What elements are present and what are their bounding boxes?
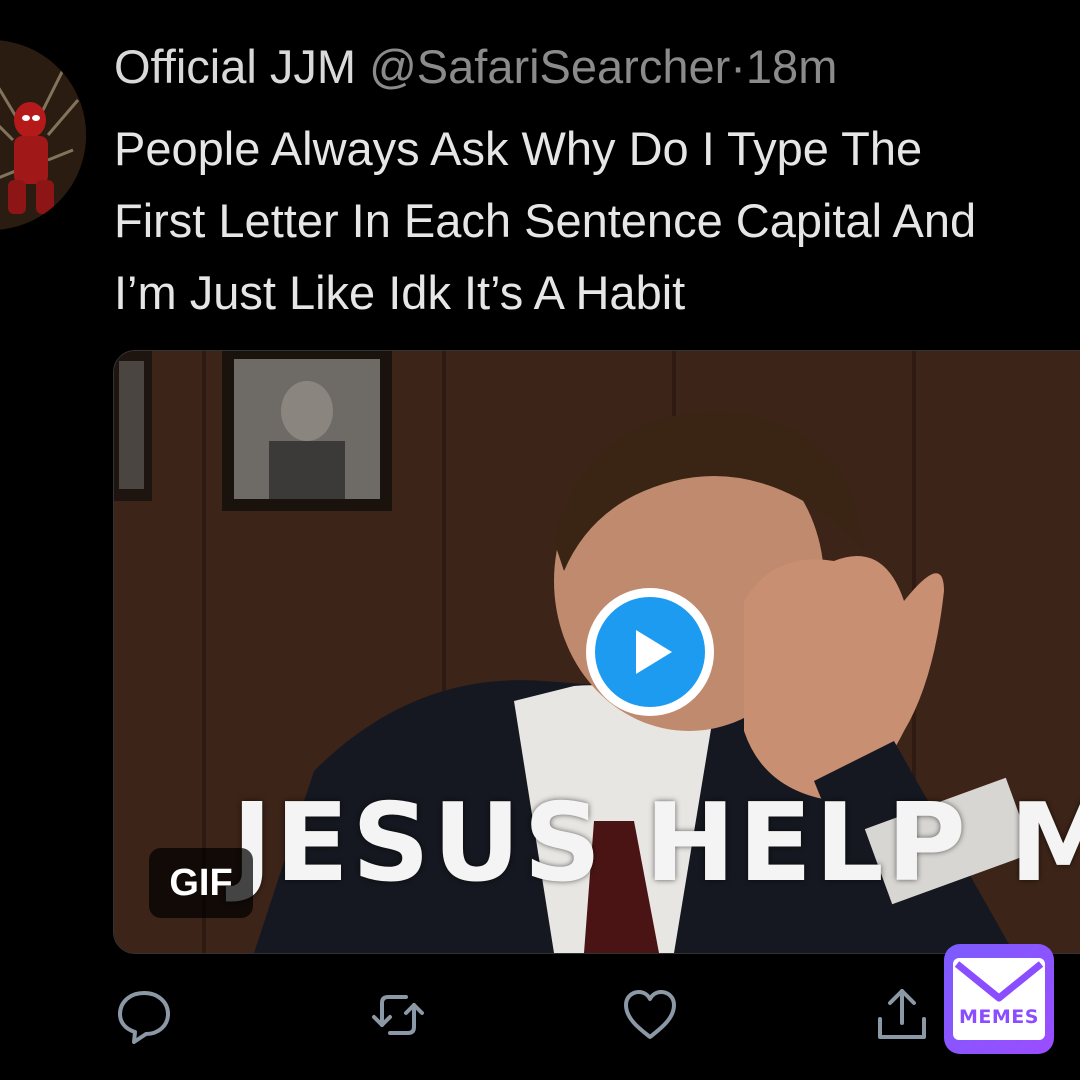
user-handle[interactable]: @SafariSearcher [369,40,730,93]
play-button[interactable] [586,588,714,716]
display-name[interactable]: Official JJM [114,40,356,93]
tweet-text-line: People Always Ask Why Do I Type The [114,122,923,175]
action-bar [0,985,1080,1055]
play-icon [595,597,705,707]
tweet-header: Official JJM @SafariSearcher·18m [114,38,837,96]
share-icon[interactable] [872,985,932,1045]
gif-badge: GIF [149,848,253,918]
like-icon[interactable] [620,985,680,1045]
memes-logo-icon: MEMES [953,958,1045,1040]
separator: · [730,40,746,93]
memes-logo-text: MEMES [959,1006,1039,1028]
gif-caption: JESUS HELP ME [232,781,1080,906]
tweet-text: People Always Ask Why Do I Type The Firs… [114,113,1080,329]
reply-icon[interactable] [114,985,174,1045]
retweet-icon[interactable] [368,985,428,1045]
tweet-text-line: First Letter In Each Sentence Capital An… [114,194,977,247]
tweet-screenshot: Official JJM @SafariSearcher·18m People … [0,0,1080,1080]
tweet-text-line: I’m Just Like Idk It’s A Habit [114,266,686,319]
timestamp[interactable]: 18m [746,40,837,93]
avatar-image [0,40,86,230]
gif-media[interactable]: JESUS HELP ME GIF [113,350,1080,954]
memes-watermark: MEMES [944,944,1054,1054]
avatar[interactable] [0,40,86,230]
